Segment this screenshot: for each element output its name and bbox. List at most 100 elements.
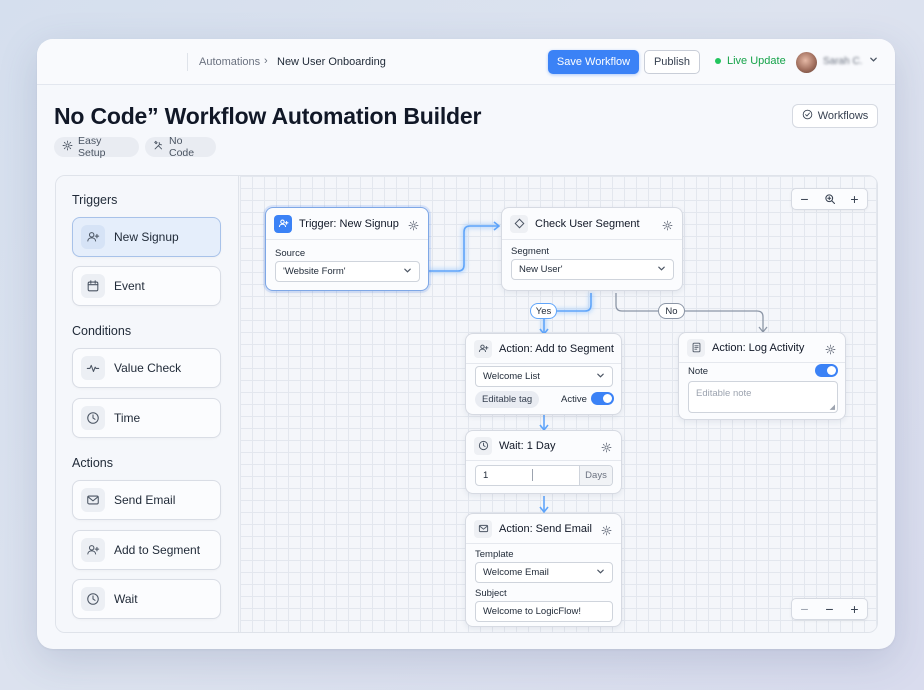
text-caret (532, 469, 533, 481)
wait-duration-input[interactable]: 1 Days (475, 465, 613, 486)
workflows-button[interactable]: Workflows (792, 104, 878, 128)
palette-item-time[interactable]: Time (72, 398, 221, 438)
zoom-controls: − + (791, 188, 868, 210)
palette-item-new-signup[interactable]: New Signup (72, 217, 221, 257)
zoom-fit-button[interactable] (817, 189, 842, 209)
node-header[interactable]: Wait: 1 Day (466, 431, 621, 461)
breadcrumb-chevron-icon: › (264, 55, 268, 67)
node-header[interactable]: Action: Log Activity (679, 333, 845, 363)
node-wait[interactable]: Wait: 1 Day 1 Days (465, 430, 622, 494)
node-add-to-segment[interactable]: Action: Add to Segment Welcome List Edit… (465, 333, 622, 415)
note-placeholder: Editable note (696, 388, 752, 399)
node-settings-gear-icon[interactable] (601, 523, 612, 541)
live-update-status: Live Update (715, 55, 786, 67)
topbar-divider (187, 53, 188, 71)
palette-item-label: Add to Segment (114, 543, 201, 557)
document-icon (687, 338, 705, 357)
tag-easy-setup: Easy Setup (54, 135, 139, 159)
note-textarea[interactable]: Editable note ◢ (688, 381, 838, 413)
clock-icon (474, 436, 492, 455)
editable-tag-chip[interactable]: Editable tag (475, 391, 540, 408)
segment-label: Segment (511, 246, 550, 257)
node-trigger-new-signup[interactable]: Trigger: New Signup Source 'Website Form… (265, 207, 429, 291)
tag-label: No Code (169, 135, 195, 159)
mail-icon (81, 488, 105, 512)
template-select[interactable]: Welcome Email (475, 562, 613, 583)
source-select[interactable]: 'Website Form' (275, 261, 420, 282)
clock-icon (81, 406, 105, 430)
user-name[interactable]: Sarah C. (823, 56, 862, 67)
active-toggle[interactable] (591, 392, 614, 405)
template-select-value: Welcome Email (483, 567, 549, 578)
node-header[interactable]: Action: Send Email (466, 514, 621, 544)
edge-label-no[interactable]: No (658, 303, 685, 319)
conditions-heading: Conditions (72, 324, 132, 338)
zoom-out-button[interactable]: − (817, 599, 842, 619)
node-send-email[interactable]: Action: Send Email Template Welcome Emai… (465, 513, 622, 627)
palette-item-label: New Signup (114, 230, 179, 244)
zoom-in-button[interactable]: + (842, 599, 867, 619)
palette-item-event[interactable]: Event (72, 266, 221, 306)
node-settings-gear-icon[interactable] (662, 218, 673, 236)
node-title: Trigger: New Signup (299, 217, 399, 230)
node-check-user-segment[interactable]: Check User Segment Segment New User' (501, 207, 683, 291)
node-header[interactable]: Check User Segment (502, 208, 682, 240)
source-select-value: 'Website Form' (283, 266, 346, 277)
palette-item-label: Event (114, 279, 145, 293)
template-label: Template (475, 549, 514, 560)
node-settings-gear-icon[interactable] (408, 218, 419, 236)
workflow-canvas[interactable]: Trigger: New Signup Source 'Website Form… (240, 176, 877, 632)
palette-item-send-email[interactable]: Send Email (72, 480, 221, 520)
edge-label-yes[interactable]: Yes (530, 303, 557, 319)
subject-label: Subject (475, 588, 507, 599)
app-window: Automations › New User Onboarding Save W… (37, 39, 895, 649)
node-title: Action: Log Activity (712, 341, 805, 354)
palette-item-value-check[interactable]: Value Check (72, 348, 221, 388)
tag-label: Easy Setup (78, 135, 106, 159)
list-select-value: Welcome List (483, 371, 540, 382)
chevron-down-icon (596, 371, 605, 383)
save-workflow-button[interactable]: Save Workflow (548, 50, 639, 74)
subject-input-value: Welcome to LogicFlow! (483, 606, 582, 617)
palette-item-wait[interactable]: Wait (72, 579, 221, 619)
node-palette-sidebar: Triggers New Signup Event Conditions Val… (56, 176, 239, 632)
wire-trigger-to-segment (429, 225, 498, 272)
triggers-heading: Triggers (72, 193, 118, 207)
avatar[interactable] (796, 52, 817, 73)
workflows-label: Workflows (817, 110, 869, 122)
workspace: Triggers New Signup Event Conditions Val… (55, 175, 878, 633)
zoom-out-button[interactable]: − (792, 189, 817, 209)
chevron-down-icon (657, 264, 666, 276)
source-label: Source (275, 248, 306, 259)
node-settings-gear-icon[interactable] (825, 342, 836, 360)
palette-item-label: Wait (114, 592, 138, 606)
tools-icon (153, 140, 164, 154)
node-header[interactable]: Trigger: New Signup (266, 208, 428, 240)
segment-select[interactable]: New User' (511, 259, 674, 280)
node-settings-gear-icon[interactable] (601, 440, 612, 458)
live-dot-icon (715, 58, 721, 64)
wait-duration-unit[interactable]: Days (579, 466, 612, 485)
node-title: Wait: 1 Day (499, 439, 556, 452)
resize-grip-icon[interactable]: ◢ (830, 403, 835, 411)
actions-heading: Actions (72, 456, 113, 470)
node-title: Check User Segment (535, 217, 640, 230)
tag-no-code: No Code (145, 135, 216, 159)
mail-icon (474, 519, 492, 538)
user-plus-icon (274, 214, 292, 233)
node-header[interactable]: Action: Add to Segment (466, 334, 621, 364)
breadcrumb-current: New User Onboarding (277, 56, 386, 68)
minus-button[interactable]: − (792, 599, 817, 619)
palette-item-add-to-segment[interactable]: Add to Segment (72, 530, 221, 570)
breadcrumb-automations[interactable]: Automations (199, 56, 260, 68)
pulse-icon (81, 356, 105, 380)
user-menu-chevron-down-icon[interactable] (869, 55, 878, 67)
list-select[interactable]: Welcome List (475, 366, 613, 387)
canvas-bottom-controls: − − + (791, 598, 868, 620)
user-plus-icon (81, 538, 105, 562)
note-toggle[interactable] (815, 364, 838, 377)
subject-input[interactable]: Welcome to LogicFlow! (475, 601, 613, 622)
publish-button[interactable]: Publish (644, 50, 700, 74)
node-log-activity[interactable]: Action: Log Activity Note Editable note … (678, 332, 846, 420)
zoom-in-button[interactable]: + (842, 189, 867, 209)
